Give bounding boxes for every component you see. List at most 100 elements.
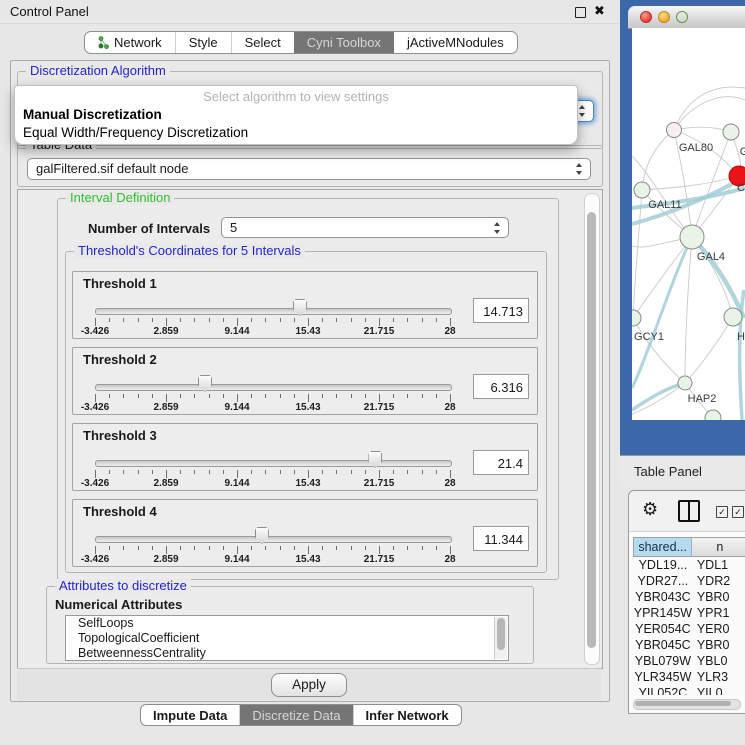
network-edge-thick[interactable] (740, 290, 744, 420)
slider-track[interactable] (95, 384, 452, 391)
network-node-h[interactable] (724, 308, 742, 326)
network-node-gcy1[interactable] (632, 310, 641, 326)
mac-close-button[interactable] (640, 11, 652, 23)
tab-jactivemnodules[interactable]: jActiveMNodules (394, 32, 517, 53)
table-row[interactable]: YBL079WYBL0 (633, 653, 745, 669)
network-edge[interactable] (633, 318, 685, 383)
network-edge[interactable] (674, 127, 731, 132)
tick-label: 15.43 (295, 402, 320, 413)
checkbox-icon[interactable]: ✓ (716, 506, 728, 518)
table-row[interactable]: YER054CYER0 (633, 621, 745, 637)
number-of-intervals-combobox[interactable]: 5 (221, 217, 509, 238)
table-cell: YDR2 (693, 573, 745, 589)
network-edge[interactable] (632, 383, 685, 414)
threshold-title: Threshold 1 (83, 276, 157, 291)
network-edge[interactable] (685, 317, 733, 383)
network-graph[interactable]: GAL80GCGAL11GAL4GCY1HHAP2 (632, 28, 745, 420)
tab-impute-data[interactable]: Impute Data (141, 705, 239, 725)
interval-definition-group: Interval Definition Number of Intervals … (57, 198, 559, 580)
attributes-group-label: Attributes to discretize (55, 579, 191, 593)
list-item[interactable]: SelfLoops (66, 616, 508, 631)
list-scrollbar[interactable] (494, 617, 507, 659)
network-edge[interactable] (692, 237, 733, 317)
float-window-icon[interactable] (575, 7, 586, 18)
screen: Control Panel ✖ NetworkStyleSelectCyni T… (0, 0, 745, 745)
table-row[interactable]: YIL052CYIL0 (633, 685, 745, 695)
slider-track[interactable] (95, 460, 452, 467)
threshold-value-field[interactable]: 6.316 (473, 374, 529, 399)
horizontal-scrollbar-thumb[interactable] (635, 701, 731, 706)
threshold-value-field[interactable]: 11.344 (473, 526, 529, 551)
mac-minimize-button[interactable] (658, 11, 670, 23)
popup-option-manual-discretization[interactable]: Manual Discretization (15, 106, 577, 124)
number-of-intervals-value: 5 (230, 220, 237, 235)
threshold-value-field[interactable]: 14.713 (473, 298, 529, 323)
table-row[interactable]: YDR27...YDR2 (633, 573, 745, 589)
network-node-g[interactable] (723, 124, 739, 140)
network-edge[interactable] (674, 87, 745, 130)
horizontal-scrollbar[interactable] (633, 699, 741, 710)
network-canvas[interactable]: GAL80GCGAL11GAL4GCY1HHAP2 (632, 28, 745, 420)
tick-label: 9.144 (224, 402, 249, 413)
table-row[interactable]: YLR345WYLR3 (633, 669, 745, 685)
table-cell: YBR0 (693, 637, 745, 653)
tick-label: 21.715 (364, 554, 395, 565)
tick-label: 28 (444, 326, 455, 337)
vertical-scrollbar[interactable] (584, 193, 600, 665)
column-header-shared-name[interactable]: shared... (634, 538, 692, 556)
table-panel-title: Table Panel (634, 464, 702, 479)
threshold-panel-1: Threshold 1-3.4262.8599.14415.4321.71528… (72, 271, 538, 339)
vertical-scrollbar-thumb[interactable] (587, 212, 596, 648)
network-node-gal80[interactable] (667, 123, 682, 138)
numerical-attributes-list[interactable]: SelfLoopsTopologicalCoefficientBetweenne… (65, 615, 509, 661)
slider-tick-labels: -3.4262.8599.14415.4321.71528 (95, 554, 450, 566)
tick-label: 21.715 (364, 478, 395, 489)
slider-track[interactable] (95, 308, 452, 315)
threshold-panel-4: Threshold 4-3.4262.8599.14415.4321.71528… (72, 499, 538, 567)
threshold-value-field[interactable]: 21.4 (473, 450, 529, 475)
tick-label: -3.426 (81, 554, 109, 565)
gear-icon[interactable]: ⚙ (642, 499, 658, 519)
network-window-titlebar[interactable] (628, 6, 745, 29)
list-item[interactable]: TopologicalCoefficient (66, 631, 508, 646)
column-header-name[interactable]: n (692, 538, 745, 556)
node-label: G (740, 146, 745, 158)
table-row[interactable]: YDL19...YDL1 (633, 557, 745, 573)
list-item[interactable]: BetweennessCentrality (66, 646, 508, 661)
popup-option-equal-width-frequency[interactable]: Equal Width/Frequency Discretization (15, 124, 577, 142)
tab-network[interactable]: Network (85, 32, 175, 53)
slider-track[interactable] (95, 536, 452, 543)
mac-zoom-button[interactable] (676, 11, 688, 23)
checkbox-icon[interactable]: ✓ (732, 506, 744, 518)
tab-infer-network[interactable]: Infer Network (353, 705, 461, 725)
list-scrollbar-thumb[interactable] (497, 618, 505, 650)
network-edge[interactable] (642, 130, 674, 190)
threshold-panel-2: Threshold 2-3.4262.8599.14415.4321.71528… (72, 347, 538, 415)
threshold-coordinates-group: Threshold's Coordinates for 5 Intervals … (65, 251, 547, 573)
algorithm-dropdown-popup: Select algorithm to view settings Manual… (14, 85, 578, 145)
network-node-hap2[interactable] (678, 376, 692, 390)
table-row[interactable]: YBR043CYBR0 (633, 589, 745, 605)
tick-label: 2.859 (153, 402, 178, 413)
tab-select[interactable]: Select (231, 32, 294, 53)
table-row[interactable]: YBR045CYBR0 (633, 637, 745, 653)
network-edge-thick[interactable] (632, 237, 692, 388)
table-cell: YLR345W (633, 669, 693, 685)
tab-style[interactable]: Style (175, 32, 231, 53)
node-label: GAL11 (648, 199, 681, 211)
tab-discretize-data[interactable]: Discretize Data (239, 705, 352, 725)
close-icon[interactable]: ✖ (594, 3, 605, 19)
table-data-combobox[interactable]: galFiltered.sif default node (27, 158, 591, 180)
table-cell: YDR27... (633, 573, 693, 589)
network-node-gal4[interactable] (680, 225, 704, 249)
tab-cyni-toolbox[interactable]: Cyni Toolbox (294, 32, 394, 53)
table-row[interactable]: YPR145WYPR1 (633, 605, 745, 621)
network-edge[interactable] (685, 237, 692, 383)
apply-button[interactable]: Apply (271, 673, 347, 697)
cyni-toolbox-panel: Discretization Algorithm Table Data galF… (10, 60, 610, 702)
columns-icon[interactable] (678, 500, 700, 522)
network-edge[interactable] (633, 237, 692, 318)
network-node-gal11[interactable] (634, 182, 650, 198)
network-edge-thick[interactable] (632, 383, 685, 410)
table-cell: YPR1 (693, 605, 745, 621)
